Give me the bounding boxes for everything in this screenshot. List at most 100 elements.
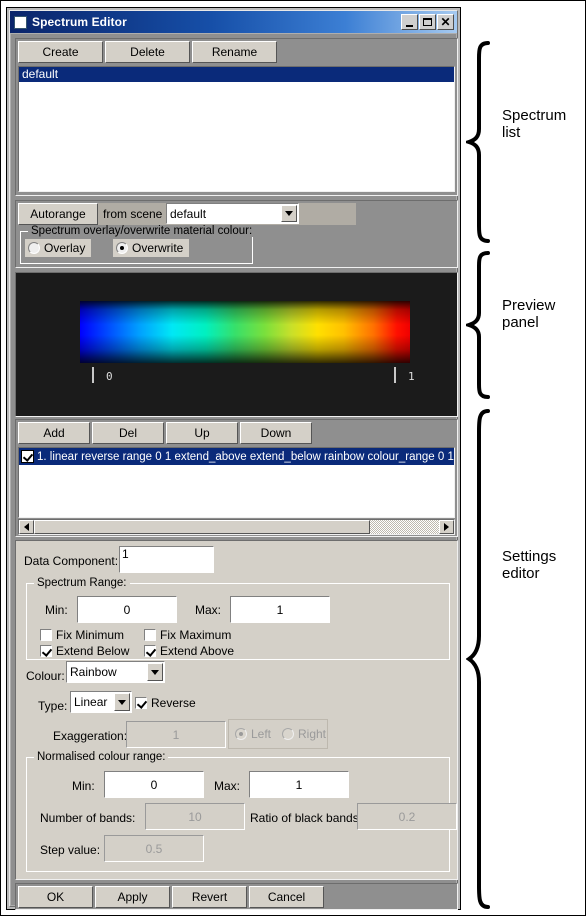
fix-minimum-label: Fix Minimum — [56, 628, 124, 642]
down-button[interactable]: Down — [240, 422, 312, 444]
delete-button[interactable]: Delete — [105, 41, 190, 63]
annotation-spectrum-list: Spectrum list — [502, 107, 567, 141]
component-list-section: Add Del Up Down 1. linear reverse range … — [15, 419, 458, 537]
figure-root: Spectrum Editor ✕ Create Delete Rename d… — [0, 0, 588, 918]
normalised-max-field[interactable]: 1 — [249, 771, 349, 798]
normalised-max-label: Max: — [214, 779, 241, 793]
window-icon — [14, 15, 27, 29]
del-button[interactable]: Del — [92, 422, 164, 444]
scroll-left-icon[interactable] — [19, 520, 34, 534]
exaggeration-label: Exaggeration: — [53, 729, 128, 743]
chevron-down-icon[interactable] — [281, 205, 297, 222]
right-radio: Right — [282, 727, 326, 741]
tick-min — [92, 367, 94, 383]
title-bar[interactable]: Spectrum Editor ✕ — [10, 11, 457, 33]
spectrum-listbox[interactable]: default — [18, 66, 455, 192]
overwrite-radio-label: Overwrite — [132, 241, 184, 255]
add-button[interactable]: Add — [18, 422, 90, 444]
tick-max — [394, 367, 396, 383]
component-list-hscrollbar[interactable] — [18, 519, 455, 535]
list-item[interactable]: default — [19, 67, 454, 82]
overlay-group-title: Spectrum overlay/overwrite material colo… — [28, 225, 256, 237]
normalised-min-label: Min: — [72, 779, 95, 793]
radio-circle-left — [235, 728, 247, 740]
chevron-down-icon-colour[interactable] — [147, 663, 163, 681]
radio-circle-right — [282, 728, 294, 740]
extend-above-checkbox[interactable]: Extend Above — [144, 644, 234, 658]
overlay-radio[interactable]: Overlay — [25, 239, 92, 257]
spectrum-range-max-field[interactable]: 1 — [230, 596, 330, 623]
extend-below-checkbox[interactable]: Extend Below — [40, 644, 129, 658]
cancel-button[interactable]: Cancel — [249, 886, 324, 908]
checkbox-box-fix-maximum — [144, 629, 156, 641]
component-list-buttons: Add Del Up Down — [18, 422, 314, 444]
ratio-field: 0.2 — [357, 803, 457, 830]
fix-maximum-checkbox[interactable]: Fix Maximum — [144, 628, 231, 642]
up-button[interactable]: Up — [166, 422, 238, 444]
dialog-buttons: OK Apply Revert Cancel — [18, 886, 326, 908]
spectrum-range-min-field[interactable]: 0 — [77, 596, 177, 623]
checkbox-box-reverse — [135, 697, 147, 709]
chevron-down-icon-type[interactable] — [114, 693, 130, 711]
data-component-field[interactable]: 1 — [119, 546, 214, 573]
ok-button[interactable]: OK — [18, 886, 93, 908]
extend-below-label: Extend Below — [56, 644, 130, 658]
preview-panel[interactable]: 0 1 — [15, 272, 458, 417]
window-frame: Spectrum Editor ✕ Create Delete Rename d… — [9, 10, 458, 910]
component-item-label: 1. linear reverse range 0 1 extend_above… — [37, 450, 455, 463]
overlay-radio-label: Overlay — [44, 241, 86, 255]
colour-label: Colour: — [26, 669, 65, 683]
right-radio-label: Right — [298, 727, 327, 741]
component-list-item[interactable]: 1. linear reverse range 0 1 extend_above… — [19, 448, 454, 465]
reverse-checkbox[interactable]: Reverse — [135, 696, 196, 710]
gradient-shading — [80, 301, 410, 363]
radio-circle-overlay — [28, 242, 40, 254]
normalised-min-field[interactable]: 0 — [104, 771, 204, 798]
apply-button[interactable]: Apply — [95, 886, 170, 908]
ratio-label: Ratio of black bands: — [250, 811, 363, 825]
fix-minimum-checkbox[interactable]: Fix Minimum — [40, 628, 124, 642]
colour-combo-value: Rainbow — [70, 665, 117, 679]
type-combo[interactable]: Linear — [70, 691, 132, 713]
spectrum-gradient — [80, 301, 410, 363]
maximize-button[interactable] — [419, 14, 436, 30]
component-listbox[interactable]: 1. linear reverse range 0 1 extend_above… — [18, 447, 455, 518]
autorange-section: Autorange from scene default Spectrum ov… — [15, 200, 458, 268]
window-client-area: Create Delete Rename default Autorange f… — [11, 34, 458, 910]
component-enabled-checkbox[interactable] — [21, 450, 34, 463]
normalised-range-title: Normalised colour range: — [34, 751, 169, 763]
autorange-row: Autorange from scene default — [18, 203, 356, 225]
from-scene-label: from scene — [103, 207, 163, 221]
spectrum-list-buttons: Create Delete Rename — [18, 41, 279, 63]
spectrum-range-group: Spectrum Range: Min: 0 Max: 1 Fix Minimu… — [26, 577, 450, 660]
scroll-right-icon[interactable] — [439, 520, 454, 534]
normalised-range-group: Normalised colour range: Min: 0 Max: 1 N… — [26, 751, 457, 872]
minimize-button[interactable] — [401, 14, 418, 30]
left-radio: Left — [235, 727, 271, 741]
spectrum-range-max-label: Max: — [195, 603, 222, 617]
create-button[interactable]: Create — [18, 41, 103, 63]
scroll-thumb[interactable] — [34, 520, 371, 534]
exaggeration-field: 1 — [126, 721, 226, 748]
close-button[interactable]: ✕ — [437, 14, 454, 30]
rename-button[interactable]: Rename — [192, 41, 277, 63]
spectrum-editor-window: Spectrum Editor ✕ Create Delete Rename d… — [6, 7, 461, 910]
revert-button[interactable]: Revert — [172, 886, 247, 908]
step-label: Step value: — [40, 843, 101, 857]
scene-combo[interactable]: default — [166, 203, 299, 224]
brace-settings-editor — [466, 409, 490, 909]
fix-maximum-label: Fix Maximum — [160, 628, 232, 642]
window-title: Spectrum Editor — [32, 15, 127, 29]
data-component-label: Data Component: — [24, 554, 119, 568]
overwrite-radio[interactable]: Overwrite — [113, 239, 190, 257]
autorange-button[interactable]: Autorange — [18, 203, 98, 225]
extend-above-label: Extend Above — [160, 644, 235, 658]
brace-preview-panel — [466, 251, 490, 399]
window-controls: ✕ — [401, 14, 455, 30]
scroll-track[interactable] — [34, 520, 439, 534]
reverse-label: Reverse — [151, 696, 196, 710]
spectrum-list-section: Create Delete Rename default — [15, 38, 458, 196]
scene-combo-value: default — [170, 206, 207, 221]
colour-combo[interactable]: Rainbow — [66, 661, 165, 683]
dialog-button-bar: OK Apply Revert Cancel — [15, 883, 458, 910]
